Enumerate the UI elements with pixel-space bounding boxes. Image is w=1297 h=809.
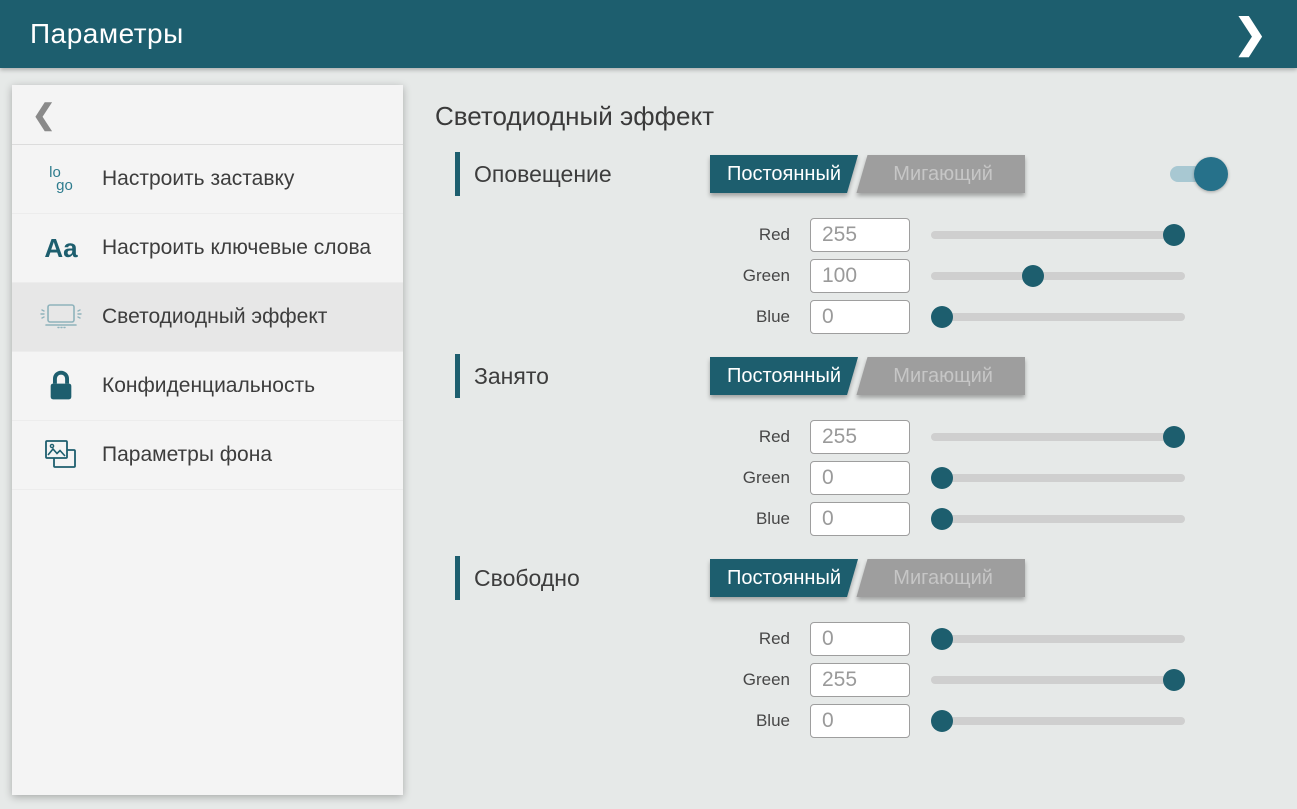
led-section-1: Занято Постоянный Мигающий Red Green <box>435 354 1297 536</box>
channel-label: Blue <box>435 711 790 731</box>
content-title: Светодиодный эффект <box>435 101 1297 132</box>
section-accent-bar <box>455 556 460 600</box>
channel-slider[interactable] <box>931 461 1185 495</box>
sidebar-item-label: Параметры фона <box>102 442 272 468</box>
slider-thumb[interactable] <box>1022 265 1044 287</box>
sidebar-item-label: Светодиодный эффект <box>102 304 327 330</box>
channel-slider[interactable] <box>931 622 1185 656</box>
channel-row: Red <box>435 622 1297 656</box>
sidebar-item-background[interactable]: Параметры фона <box>12 421 403 490</box>
channel-slider[interactable] <box>931 704 1185 738</box>
section-title: Свободно <box>474 565 580 592</box>
channel-row: Blue <box>435 704 1297 738</box>
channel-value-input[interactable] <box>810 461 910 495</box>
section-accent-bar <box>455 354 460 398</box>
forward-chevron-icon[interactable]: ❯ <box>1227 14 1273 54</box>
slider-track[interactable] <box>931 231 1185 239</box>
channel-value-input[interactable] <box>810 300 910 334</box>
slider-thumb[interactable] <box>1163 224 1185 246</box>
main-content: Светодиодный эффект Оповещение Постоянны… <box>435 68 1297 745</box>
section-enable-toggle[interactable] <box>1170 166 1218 182</box>
sidebar-back-row: ❮ <box>12 85 403 145</box>
slider-thumb[interactable] <box>1163 669 1185 691</box>
led-section-2: Свободно Постоянный Мигающий Red Green <box>435 556 1297 738</box>
slider-thumb[interactable] <box>931 508 953 530</box>
slider-track[interactable] <box>931 515 1185 523</box>
settings-sidebar: ❮ logo Настроить заставку Aa Настроить к… <box>12 85 403 795</box>
mode-segmented-control: Постоянный Мигающий <box>710 559 1025 597</box>
led-display-icon <box>38 300 84 334</box>
sidebar-item-label: Настроить заставку <box>102 166 294 192</box>
mode-segmented-control: Постоянный Мигающий <box>710 357 1025 395</box>
page-title: Параметры <box>30 18 184 50</box>
slider-track[interactable] <box>931 676 1185 684</box>
toggle-thumb <box>1194 157 1228 191</box>
slider-track[interactable] <box>931 313 1185 321</box>
rgb-channels: Red Green Blue <box>435 420 1297 536</box>
channel-value-input[interactable] <box>810 622 910 656</box>
led-section-0: Оповещение Постоянный Мигающий Red Green <box>435 152 1297 334</box>
section-accent-bar <box>455 152 460 196</box>
channel-label: Green <box>435 670 790 690</box>
channel-label: Red <box>435 225 790 245</box>
background-images-icon <box>38 437 84 473</box>
sidebar-item-label: Настроить ключевые слова <box>102 235 371 261</box>
channel-value-input[interactable] <box>810 420 910 454</box>
channel-row: Red <box>435 420 1297 454</box>
channel-row: Green <box>435 663 1297 697</box>
slider-track[interactable] <box>931 717 1185 725</box>
app-header: Параметры ❯ <box>0 0 1297 68</box>
section-title: Оповещение <box>474 161 612 188</box>
sidebar-item-led-effect[interactable]: Светодиодный эффект <box>12 283 403 352</box>
channel-value-input[interactable] <box>810 663 910 697</box>
rgb-channels: Red Green Blue <box>435 622 1297 738</box>
channel-label: Red <box>435 427 790 447</box>
channel-label: Green <box>435 468 790 488</box>
channel-slider[interactable] <box>931 420 1185 454</box>
channel-slider[interactable] <box>931 300 1185 334</box>
back-chevron-icon[interactable]: ❮ <box>32 98 55 131</box>
channel-value-input[interactable] <box>810 259 910 293</box>
lock-icon <box>38 369 84 403</box>
channel-slider[interactable] <box>931 663 1185 697</box>
sidebar-item-privacy[interactable]: Конфиденциальность <box>12 352 403 421</box>
channel-row: Green <box>435 259 1297 293</box>
channel-value-input[interactable] <box>810 704 910 738</box>
slider-thumb[interactable] <box>931 467 953 489</box>
slider-track[interactable] <box>931 272 1185 280</box>
channel-value-input[interactable] <box>810 502 910 536</box>
slider-thumb[interactable] <box>931 628 953 650</box>
keywords-icon: Aa <box>38 235 84 261</box>
channel-label: Green <box>435 266 790 286</box>
channel-label: Red <box>435 629 790 649</box>
mode-segmented-control: Постоянный Мигающий <box>710 155 1025 193</box>
slider-track[interactable] <box>931 635 1185 643</box>
sidebar-item-keywords[interactable]: Aa Настроить ключевые слова <box>12 214 403 283</box>
slider-thumb[interactable] <box>931 710 953 732</box>
channel-slider[interactable] <box>931 218 1185 252</box>
channel-row: Blue <box>435 502 1297 536</box>
channel-label: Blue <box>435 509 790 529</box>
slider-thumb[interactable] <box>931 306 953 328</box>
channel-label: Blue <box>435 307 790 327</box>
channel-slider[interactable] <box>931 259 1185 293</box>
section-title: Занято <box>474 363 549 390</box>
channel-row: Blue <box>435 300 1297 334</box>
sidebar-items: logo Настроить заставку Aa Настроить клю… <box>12 145 403 490</box>
slider-track[interactable] <box>931 474 1185 482</box>
sidebar-item-label: Конфиденциальность <box>102 373 315 399</box>
sidebar-item-screensaver[interactable]: logo Настроить заставку <box>12 145 403 214</box>
channel-row: Red <box>435 218 1297 252</box>
slider-track[interactable] <box>931 433 1185 441</box>
channel-row: Green <box>435 461 1297 495</box>
rgb-channels: Red Green Blue <box>435 218 1297 334</box>
channel-value-input[interactable] <box>810 218 910 252</box>
slider-thumb[interactable] <box>1163 426 1185 448</box>
channel-slider[interactable] <box>931 502 1185 536</box>
led-sections: Оповещение Постоянный Мигающий Red Green <box>435 152 1297 738</box>
logo-text-icon: logo <box>38 166 84 192</box>
